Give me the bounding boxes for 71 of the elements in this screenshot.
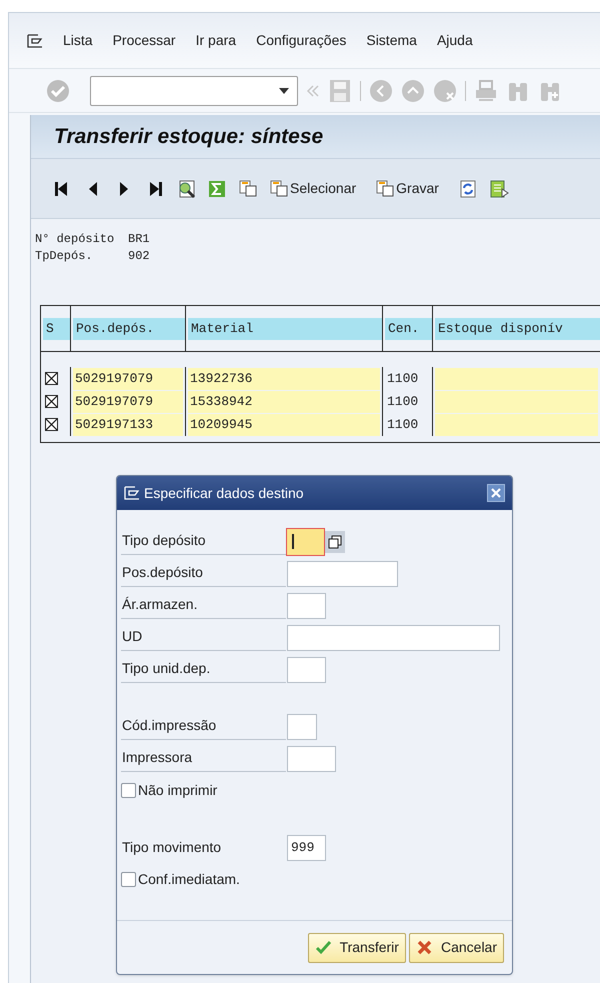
input-field[interactable] <box>287 624 500 650</box>
column-header[interactable]: Cen. <box>385 318 432 340</box>
close-button[interactable] <box>487 484 505 502</box>
table-cell-text: 1100 <box>386 370 420 388</box>
column-header[interactable]: S <box>43 318 70 340</box>
field-label: Pos.depósito <box>121 560 286 587</box>
cancel-circle-icon[interactable] <box>433 78 457 102</box>
column-header[interactable]: Pos.depós. <box>73 318 185 340</box>
field-label: TpDepós. <box>35 248 94 265</box>
toolbar-button[interactable]: Selecionar <box>269 178 356 199</box>
up-circle-icon[interactable] <box>401 78 425 102</box>
cross-icon <box>416 939 433 956</box>
field-value: BR1 <box>128 231 150 248</box>
dialog-button[interactable]: Transferir <box>308 932 406 962</box>
field-label: Tipo movimento <box>121 838 222 857</box>
menu-item[interactable]: Configurações <box>256 30 346 51</box>
table-cell: 5029197079 <box>73 390 183 412</box>
column-header[interactable]: Material <box>188 318 382 340</box>
input-field[interactable] <box>287 746 336 772</box>
document-arrow-icon[interactable] <box>488 178 509 198</box>
field-label: Cód.impressão <box>121 713 286 740</box>
table-cell: 15338942 <box>188 390 380 412</box>
command-field[interactable] <box>90 76 298 106</box>
table-cell: 13922736 <box>188 368 380 390</box>
copy-icon <box>269 178 289 198</box>
field-label: UD <box>121 624 286 651</box>
checkbox[interactable]: Não imprimir <box>121 780 218 801</box>
refresh-icon[interactable] <box>458 178 478 198</box>
menu-item[interactable]: Sistema <box>366 30 417 51</box>
toolbar-button[interactable]: Gravar <box>375 178 439 199</box>
input-field[interactable] <box>287 656 326 682</box>
table-cell: 10209945 <box>188 414 380 436</box>
dialog-title: Especificar dados destino <box>144 484 305 503</box>
menu-item[interactable]: Lista <box>63 30 93 51</box>
copy-icon <box>375 178 396 198</box>
copy-icon[interactable] <box>238 178 258 198</box>
table-cell-text: 1100 <box>386 416 420 434</box>
field-label: N° depósito <box>35 231 116 248</box>
value-help-button[interactable] <box>325 530 345 552</box>
print-icon[interactable] <box>474 78 498 102</box>
check-icon <box>314 939 332 956</box>
field-label: Tipo unid.dep. <box>121 656 286 683</box>
input-field[interactable] <box>287 528 324 554</box>
text-cursor <box>292 534 294 548</box>
column-header[interactable]: Estoque disponív <box>435 318 600 340</box>
input-field[interactable] <box>287 560 398 586</box>
screen-title: Transferir estoque: síntese <box>54 124 324 150</box>
menu-icon[interactable] <box>27 34 43 48</box>
menu-item[interactable]: Processar <box>112 30 176 51</box>
copy-icon <box>328 534 342 548</box>
table-cell: 5029197079 <box>73 368 183 390</box>
dropdown-icon[interactable] <box>279 88 289 94</box>
field-label: Ár.armazen. <box>121 592 286 619</box>
row-checkbox[interactable] <box>45 418 58 431</box>
input-field[interactable]: 999 <box>287 834 326 860</box>
back-circle-icon[interactable] <box>369 78 393 102</box>
sum-icon[interactable] <box>207 178 227 198</box>
field-label: Impressora <box>121 745 286 772</box>
row-checkbox[interactable] <box>45 372 58 385</box>
input-field[interactable] <box>287 714 317 740</box>
field-value: 902 <box>128 248 150 265</box>
dialog-button[interactable]: Cancelar <box>408 932 504 962</box>
row-checkbox[interactable] <box>45 395 58 408</box>
checkbox[interactable]: Conf.imediatam. <box>121 869 240 890</box>
table-cell: 5029197133 <box>73 414 183 436</box>
check-icon[interactable] <box>46 78 70 102</box>
table-cell-text: 1100 <box>386 392 420 411</box>
menu-item[interactable]: Ir para <box>196 30 236 51</box>
input-field[interactable] <box>287 592 326 618</box>
menu-item[interactable]: Ajuda <box>436 30 473 51</box>
close-icon <box>491 488 501 498</box>
